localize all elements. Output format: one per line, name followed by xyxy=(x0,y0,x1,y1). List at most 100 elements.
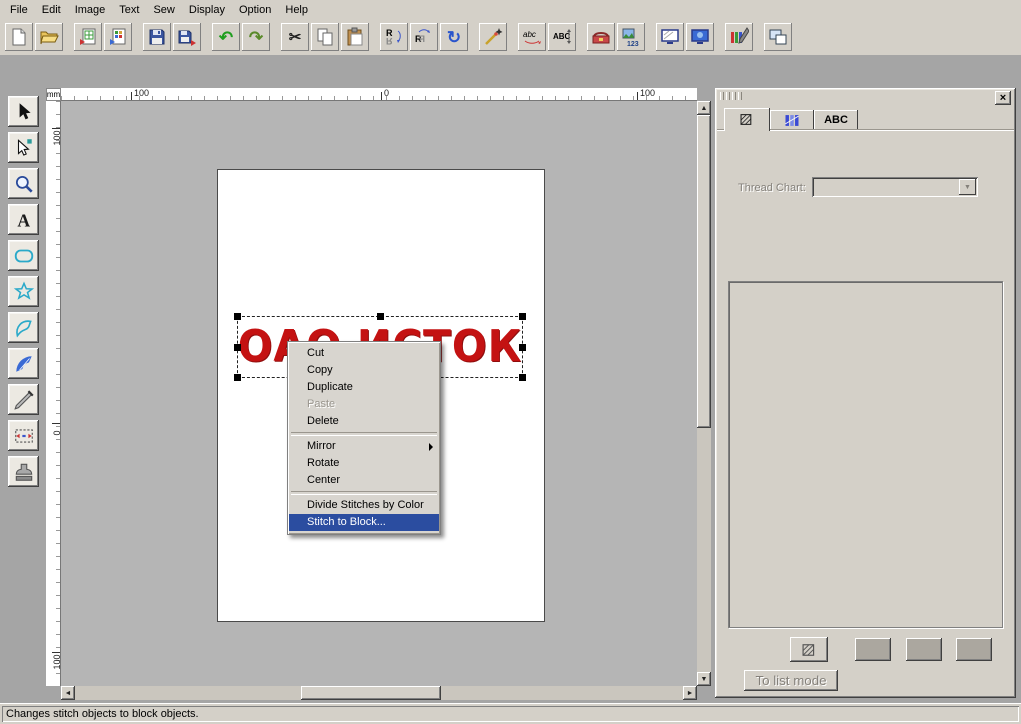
sewing-attributes-icon xyxy=(739,113,755,126)
tab-sewing-attributes[interactable] xyxy=(724,108,770,131)
copy-button[interactable] xyxy=(311,23,339,51)
context-menu-item-mirror[interactable]: Mirror xyxy=(289,438,439,455)
save-to-card-button[interactable] xyxy=(173,23,201,51)
arc-fill-tool-button[interactable] xyxy=(8,348,39,379)
context-menu-item-rotate[interactable]: Rotate xyxy=(289,455,439,472)
tab-abc-label: ABC xyxy=(824,114,848,126)
fit-text-to-path-button[interactable]: abc xyxy=(518,23,546,51)
menu-help[interactable]: Help xyxy=(278,2,315,18)
point-edit-tool-button[interactable] xyxy=(8,132,39,163)
paste-button[interactable] xyxy=(341,23,369,51)
outline-shape-tool-button[interactable] xyxy=(8,240,39,271)
import-design-button[interactable] xyxy=(74,23,102,51)
rotate-button[interactable]: ↻ xyxy=(440,23,468,51)
select-tool-button[interactable] xyxy=(8,96,39,127)
menu-item-label: Cut xyxy=(307,347,324,359)
workspace: A mm 100 0 100 100 0 100 ОАО ИСТОК xyxy=(0,55,1021,703)
zoom-tool-button[interactable] xyxy=(8,168,39,199)
thread-list-area[interactable] xyxy=(728,281,1003,628)
svg-text:ABC: ABC xyxy=(553,32,571,41)
curve-shape-tool-button[interactable] xyxy=(8,312,39,343)
selection-handle[interactable] xyxy=(234,313,241,320)
context-menu-item-cut[interactable]: Cut xyxy=(289,345,439,362)
cut-button[interactable]: ✂ xyxy=(281,23,309,51)
context-menu-item-center[interactable]: Center xyxy=(289,472,439,489)
save-button[interactable] xyxy=(143,23,171,51)
frame-display-button[interactable] xyxy=(790,637,828,662)
tab-abc[interactable]: ABC xyxy=(814,110,858,130)
manual-punch-tool-button[interactable] xyxy=(8,384,39,415)
selection-handle[interactable] xyxy=(519,374,526,381)
selection-handle[interactable] xyxy=(234,374,241,381)
undo-button[interactable]: ↶ xyxy=(212,23,240,51)
selection-handle[interactable] xyxy=(519,344,526,351)
menu-display[interactable]: Display xyxy=(182,2,232,18)
point-edit-icon xyxy=(13,137,35,159)
curve-shape-icon xyxy=(13,317,35,339)
context-menu-item-copy[interactable]: Copy xyxy=(289,362,439,379)
text-tool-button[interactable]: A xyxy=(8,204,39,235)
paste-icon xyxy=(345,27,365,47)
flip-horizontal-button[interactable]: RR xyxy=(410,23,438,51)
menu-item-label: Copy xyxy=(307,364,333,376)
menu-sew[interactable]: Sew xyxy=(146,2,181,18)
color-button-3[interactable] xyxy=(956,638,992,661)
svg-text:A: A xyxy=(17,210,30,230)
submenu-arrow-icon xyxy=(429,443,433,451)
color-button-1[interactable] xyxy=(855,638,891,661)
new-document-button[interactable] xyxy=(5,23,33,51)
menu-image[interactable]: Image xyxy=(68,2,113,18)
text-attributes-button[interactable]: ABC xyxy=(548,23,576,51)
context-menu-item-delete[interactable]: Delete xyxy=(289,413,439,430)
menu-item-label: Stitch to Block... xyxy=(307,516,386,528)
panel-drag-grip[interactable] xyxy=(720,92,744,100)
menu-edit[interactable]: Edit xyxy=(35,2,68,18)
thread-chart-dropdown[interactable]: ▼ xyxy=(812,177,978,197)
star-shape-tool-button[interactable] xyxy=(8,276,39,307)
stitch-preview-button[interactable] xyxy=(656,23,684,51)
menu-item-label: Mirror xyxy=(307,440,336,452)
thread-needle-button[interactable] xyxy=(725,23,753,51)
redo-button[interactable]: ↷ xyxy=(242,23,270,51)
measure-tool-button[interactable] xyxy=(8,420,39,451)
horizontal-scrollbar[interactable]: ◄ ► xyxy=(61,686,697,700)
panel-close-button[interactable]: × xyxy=(995,91,1011,105)
to-list-mode-button[interactable]: To list mode xyxy=(744,670,838,691)
selection-handle[interactable] xyxy=(519,313,526,320)
scroll-down-button[interactable]: ▼ xyxy=(697,672,711,686)
h-ruler-label: 100 xyxy=(134,88,149,98)
magnifier-icon xyxy=(13,173,35,195)
frame-icon xyxy=(801,643,818,657)
design-property-button[interactable]: 123 xyxy=(617,23,645,51)
vertical-scrollbar[interactable]: ▲ ▼ xyxy=(697,101,711,686)
scroll-up-button[interactable]: ▲ xyxy=(697,101,711,115)
flip-vertical-button[interactable]: RR xyxy=(380,23,408,51)
screen-layout-button[interactable] xyxy=(764,23,792,51)
import-from-card-button[interactable] xyxy=(104,23,132,51)
svg-text:abc: abc xyxy=(523,30,536,39)
menu-text[interactable]: Text xyxy=(112,2,146,18)
close-icon: × xyxy=(1000,92,1006,104)
open-button[interactable] xyxy=(35,23,63,51)
thread-colors-icon xyxy=(784,114,800,127)
magic-wand-button[interactable] xyxy=(479,23,507,51)
vertical-scroll-thumb[interactable] xyxy=(697,115,711,428)
color-button-2[interactable] xyxy=(906,638,942,661)
horizontal-scroll-thumb[interactable] xyxy=(301,686,441,700)
context-menu-item-paste[interactable]: Paste xyxy=(289,396,439,413)
select-arrow-icon xyxy=(13,101,35,123)
context-menu-item-divide-stitches[interactable]: Divide Stitches by Color xyxy=(289,497,439,514)
stamp-tool-button[interactable] xyxy=(8,456,39,487)
context-menu-item-stitch-to-block[interactable]: Stitch to Block... xyxy=(289,514,439,531)
tab-thread-colors[interactable] xyxy=(770,110,814,130)
selection-handle[interactable] xyxy=(377,313,384,320)
new-document-icon xyxy=(9,27,29,47)
menu-file[interactable]: File xyxy=(3,2,35,18)
scroll-left-button[interactable]: ◄ xyxy=(61,686,75,700)
menu-option[interactable]: Option xyxy=(232,2,278,18)
realistic-preview-button[interactable] xyxy=(686,23,714,51)
selection-handle[interactable] xyxy=(234,344,241,351)
sewing-box-button[interactable] xyxy=(587,23,615,51)
scroll-right-button[interactable]: ► xyxy=(683,686,697,700)
context-menu-item-duplicate[interactable]: Duplicate xyxy=(289,379,439,396)
